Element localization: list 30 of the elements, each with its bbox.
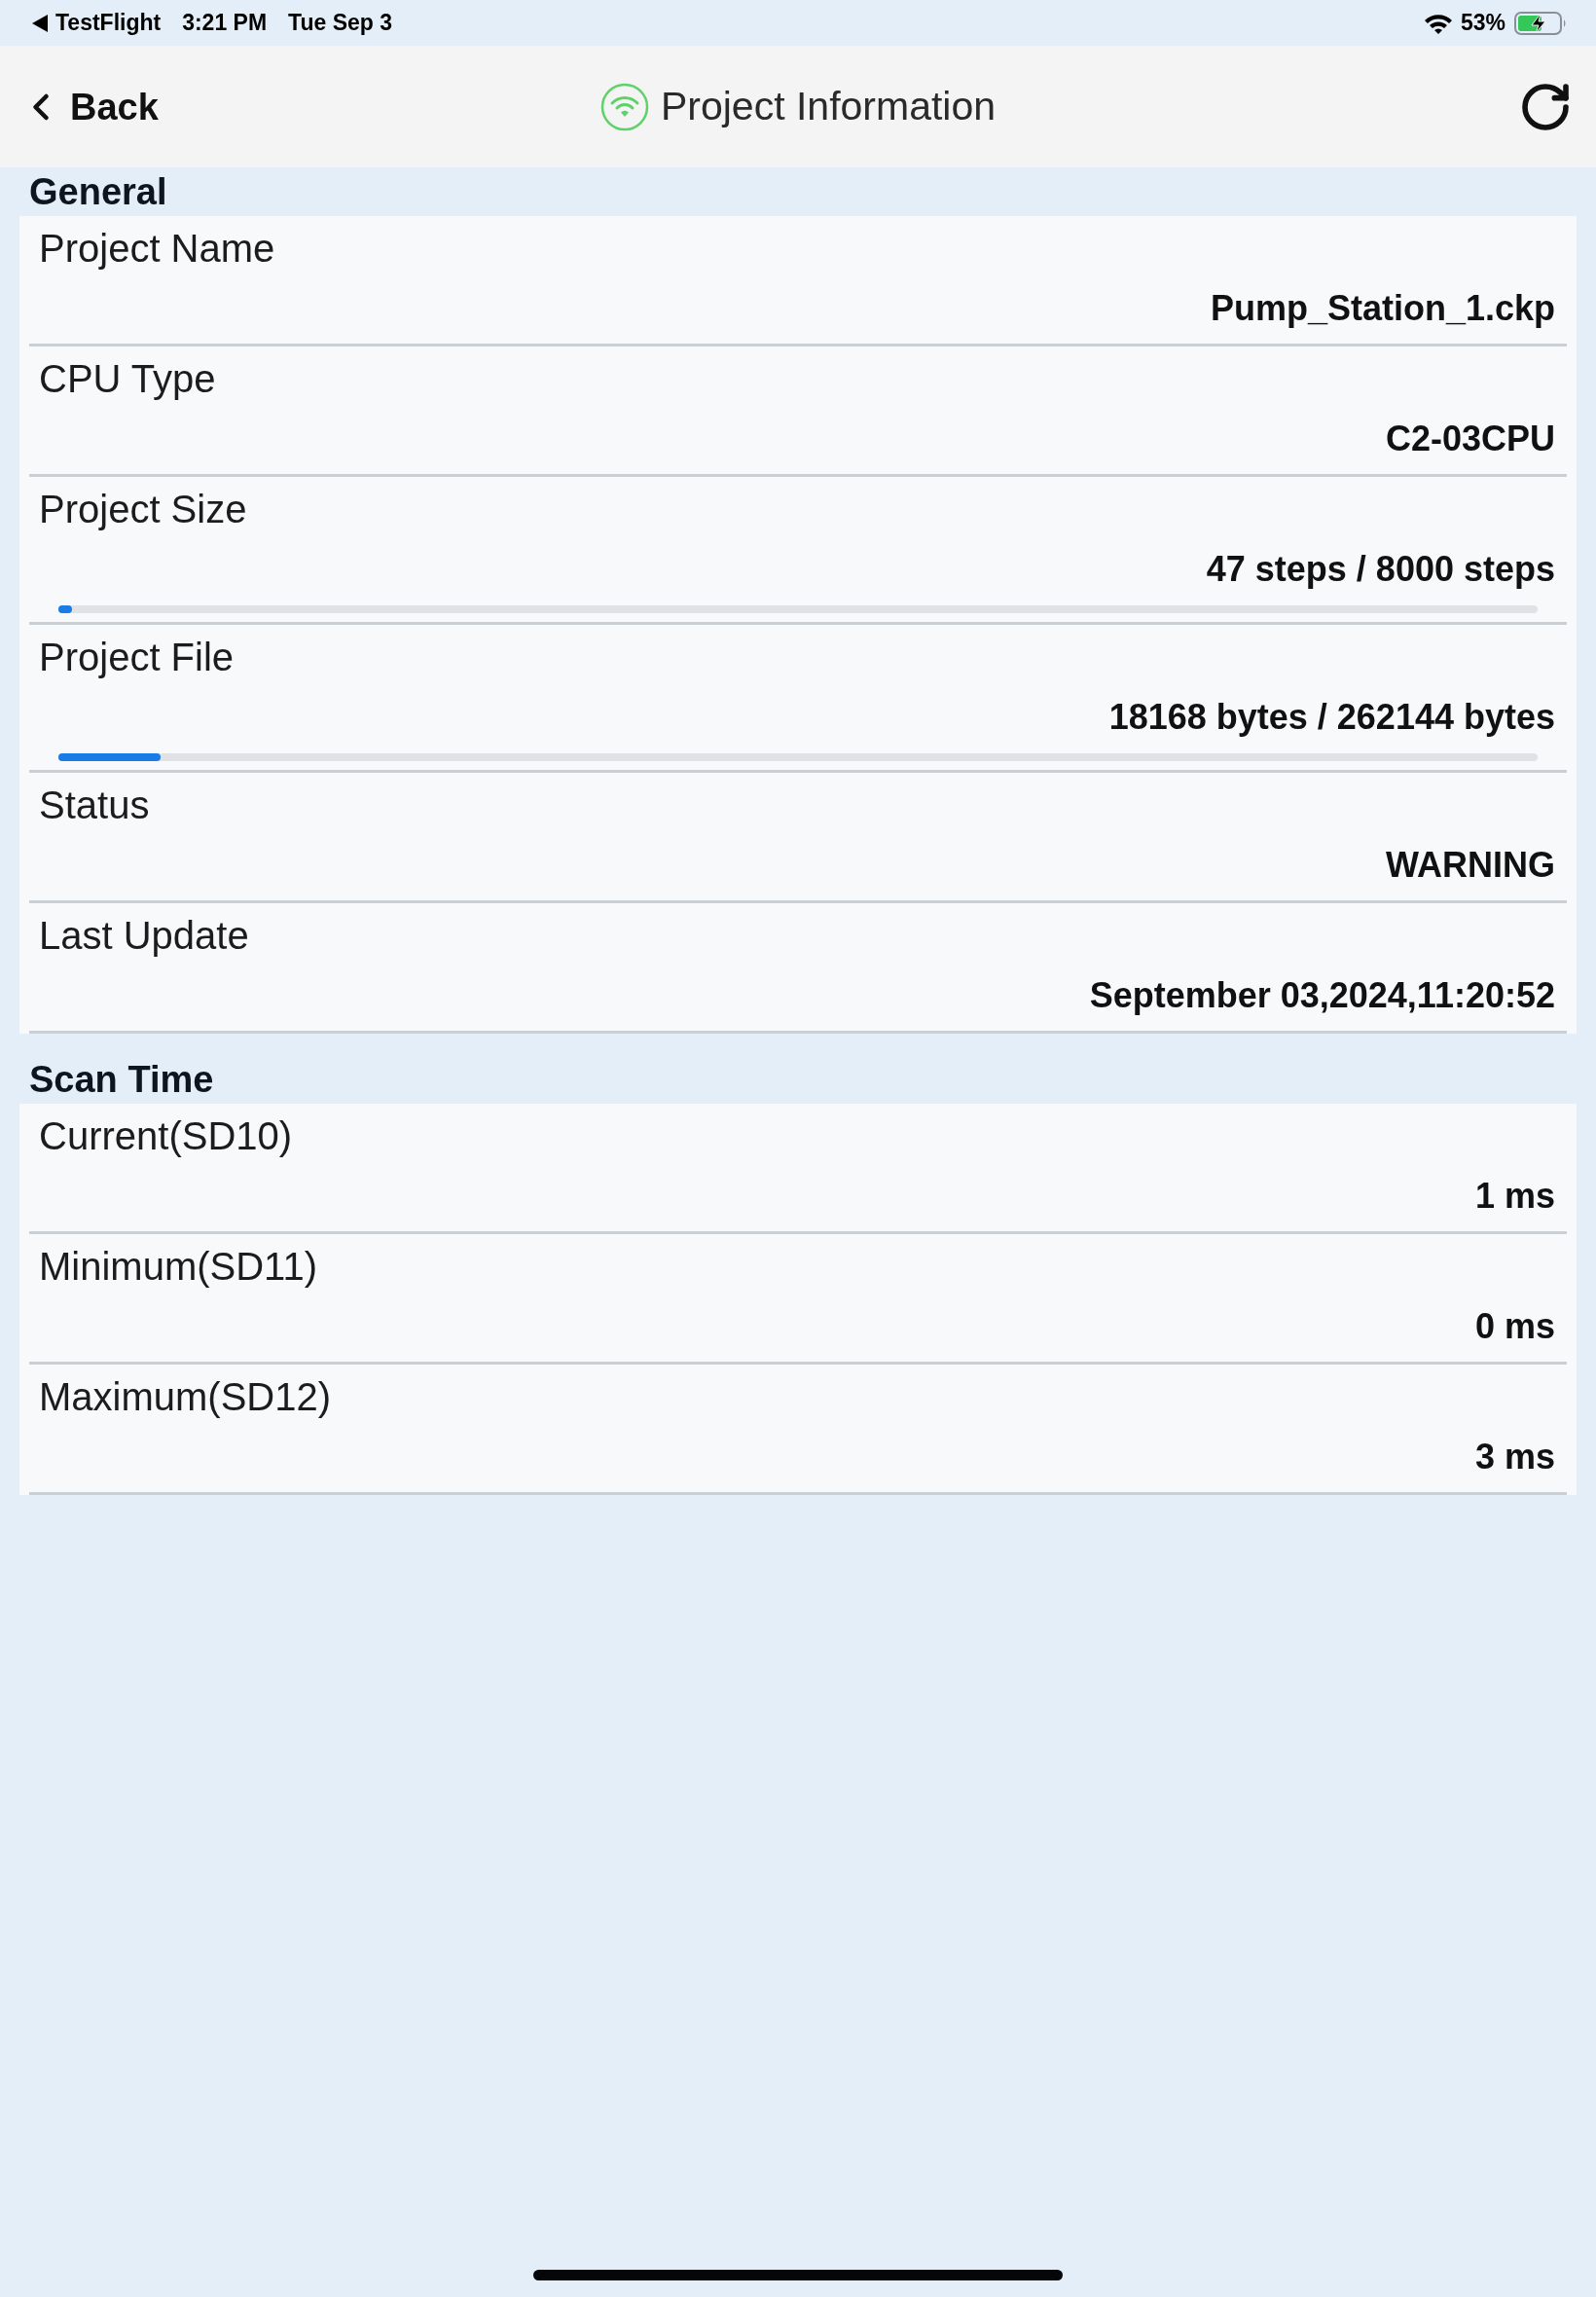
row-value: September 03,2024,11:20:52: [1089, 974, 1555, 1017]
row-label: Project File: [38, 635, 235, 679]
row-value: 18168 bytes / 262144 bytes: [1108, 696, 1555, 739]
row-value: C2-03CPU: [1385, 418, 1555, 460]
row-label: CPU Type: [38, 356, 216, 401]
row-label: Maximum(SD12): [38, 1374, 332, 1419]
row-label: Minimum(SD11): [38, 1244, 317, 1289]
row-label: Project Name: [38, 226, 275, 271]
status-date: Tue Sep 3: [288, 9, 393, 38]
row-value: 47 steps / 8000 steps: [1206, 548, 1555, 591]
row-label: Project Size: [38, 487, 247, 531]
wifi-icon: [1423, 12, 1453, 34]
section-title: General: [28, 170, 167, 214]
back-app-label[interactable]: TestFlight: [55, 6, 162, 40]
status-time: 3:21 PM: [182, 9, 268, 38]
row-label: Current(SD10): [38, 1113, 293, 1158]
row-value: Pump_Station_1.ckp: [1210, 287, 1555, 330]
row-value: WARNING: [1386, 844, 1555, 887]
row-value: 0 ms: [1474, 1305, 1555, 1348]
page-title: Project Information: [660, 87, 997, 127]
wifi-status-icon: [599, 82, 649, 131]
back-button[interactable]: Back: [19, 85, 159, 128]
row-value: 1 ms: [1474, 1175, 1555, 1218]
row-label: Status: [38, 783, 150, 827]
battery-icon: [1514, 11, 1567, 35]
row-value: 3 ms: [1474, 1436, 1555, 1478]
section-title: Scan Time: [28, 1058, 214, 1102]
battery-percent: 53%: [1460, 9, 1505, 38]
back-triangle-icon: [32, 14, 48, 32]
row-label: Last Update: [38, 913, 249, 958]
